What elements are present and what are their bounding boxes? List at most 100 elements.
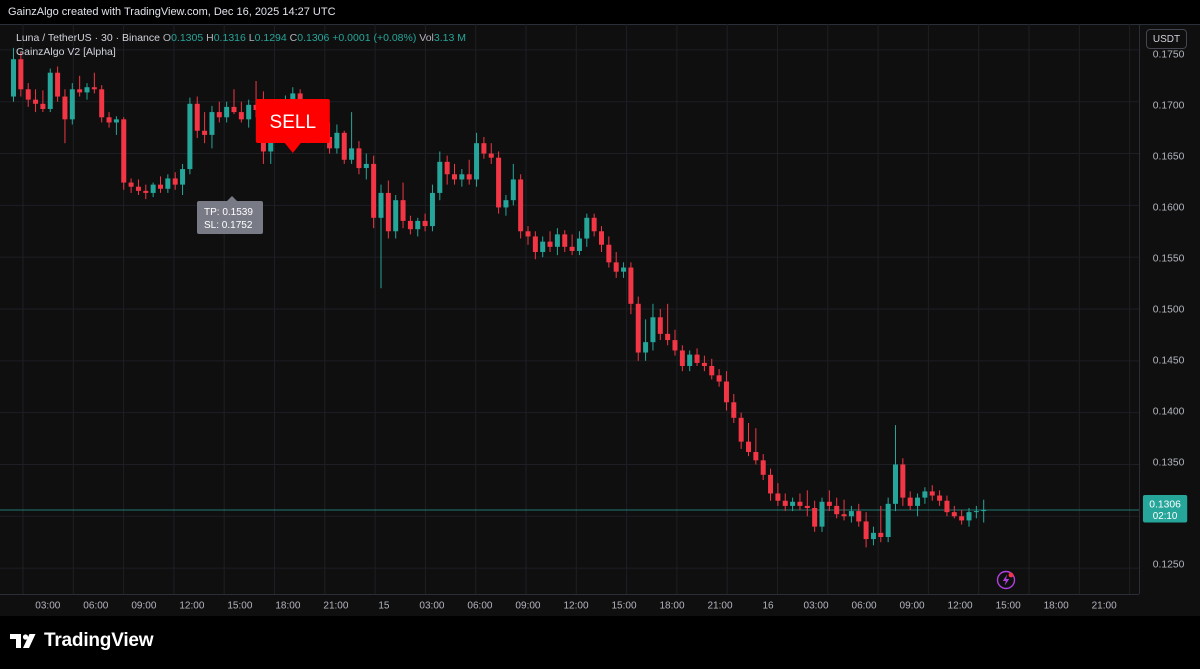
candle-body bbox=[99, 89, 105, 118]
candle-body bbox=[202, 130, 208, 135]
candle-body bbox=[356, 148, 362, 169]
indicator-legend[interactable]: GainzAlgo V2 [Alpha] bbox=[16, 46, 116, 58]
high-label: H bbox=[206, 32, 214, 44]
tradingview-brand[interactable]: TradingView bbox=[10, 630, 154, 652]
candle-body bbox=[143, 190, 149, 193]
currency-button[interactable]: USDT bbox=[1146, 29, 1187, 49]
candle-body bbox=[77, 89, 83, 93]
candle-body bbox=[775, 493, 781, 501]
candle-body bbox=[885, 503, 891, 537]
candle-body bbox=[444, 161, 450, 175]
candle-body bbox=[966, 512, 972, 521]
candle-body bbox=[687, 354, 693, 366]
tp-sl-pointer bbox=[227, 196, 237, 201]
candle-body bbox=[591, 217, 597, 232]
candle-body bbox=[466, 174, 472, 180]
candle-body bbox=[91, 87, 97, 90]
candle-countdown: 02:10 bbox=[1153, 511, 1178, 522]
time-tick-label: 21:00 bbox=[707, 600, 732, 611]
candle-body bbox=[959, 516, 965, 521]
candle-body bbox=[290, 93, 296, 100]
lightning-bolt-icon[interactable] bbox=[996, 570, 1016, 590]
candle-body bbox=[746, 441, 751, 453]
candle-body bbox=[731, 402, 737, 418]
candle-body bbox=[665, 333, 671, 341]
candle-body bbox=[716, 375, 722, 382]
high-value: 0.1316 bbox=[213, 32, 246, 44]
sell-label-pointer bbox=[284, 143, 301, 153]
price-tick-label: 0.1600 bbox=[1153, 203, 1185, 214]
candle-body bbox=[841, 514, 847, 517]
candle-body bbox=[951, 512, 957, 517]
candle-body bbox=[422, 220, 428, 227]
candle-body bbox=[385, 192, 391, 232]
candle-body bbox=[547, 241, 553, 247]
candle-body bbox=[393, 200, 399, 232]
candle-body bbox=[106, 117, 112, 123]
time-axis[interactable]: 03:00 06:00 09:00 12:00 15:00 18:00 21:00 15 03:… bbox=[0, 594, 1139, 616]
candle-body bbox=[929, 491, 935, 496]
price-tick-label: 0.1550 bbox=[1153, 253, 1185, 264]
candle-body bbox=[679, 350, 685, 366]
candle-body bbox=[922, 491, 928, 498]
candle-body bbox=[826, 501, 832, 506]
candle-body bbox=[878, 532, 884, 537]
candle-body bbox=[150, 184, 156, 193]
time-tick-label: 06:00 bbox=[83, 600, 108, 611]
time-tick-label: 18:00 bbox=[1044, 600, 1069, 611]
footer-bar bbox=[0, 616, 1200, 669]
candle-body bbox=[760, 460, 766, 475]
candle-body bbox=[723, 381, 729, 403]
take-profit-text: TP: 0.1539 bbox=[204, 207, 253, 218]
candle-body bbox=[55, 72, 61, 97]
candle-body bbox=[69, 89, 75, 120]
candle-body bbox=[378, 192, 384, 218]
sell-label-text: SELL bbox=[270, 112, 316, 133]
time-tick-label: 18:00 bbox=[659, 600, 684, 611]
candle-body bbox=[349, 148, 355, 160]
candle-body bbox=[599, 231, 604, 245]
candle-body bbox=[915, 497, 921, 506]
candle-body bbox=[363, 163, 369, 169]
time-tick-label: 15:00 bbox=[227, 600, 252, 611]
candle-body bbox=[25, 89, 31, 100]
candle-body bbox=[606, 244, 612, 263]
candle-body bbox=[496, 157, 502, 208]
open-value: 0.1305 bbox=[171, 32, 204, 44]
chart-caption: GainzAlgo created with TradingView.com, … bbox=[0, 0, 1200, 24]
candle-body bbox=[657, 317, 663, 334]
price-tick-label: 0.1450 bbox=[1153, 355, 1185, 366]
candle-body bbox=[238, 112, 244, 120]
candlestick-chart[interactable]: SELL TP: 0.1539 SL: 0.1752 bbox=[0, 24, 1139, 594]
candle-body bbox=[973, 511, 979, 513]
time-tick-label: 15:00 bbox=[611, 600, 636, 611]
candle-body bbox=[158, 184, 163, 189]
candle-body bbox=[231, 106, 237, 113]
close-value: 0.1306 bbox=[297, 32, 330, 44]
time-tick-label: 03:00 bbox=[804, 600, 829, 611]
candle-body bbox=[797, 501, 803, 506]
candle-body bbox=[246, 104, 252, 120]
candle-body bbox=[738, 417, 744, 442]
candle-body bbox=[893, 464, 898, 504]
brand-name: TradingView bbox=[44, 630, 154, 651]
symbol-legend[interactable]: Luna / TetherUS · 30 · Binance O0.1305 H… bbox=[16, 31, 466, 45]
candle-body bbox=[11, 59, 16, 97]
candle-body bbox=[937, 495, 943, 501]
candle-body bbox=[33, 99, 39, 104]
candle-body bbox=[540, 241, 546, 252]
candle-body bbox=[180, 169, 186, 185]
candle-body bbox=[863, 521, 869, 540]
candle-body bbox=[488, 153, 494, 158]
candle-body bbox=[62, 96, 68, 120]
price-tick-label: 0.1750 bbox=[1153, 50, 1185, 61]
price-axis[interactable]: 0.12500.13000.13500.14000.14500.15000.15… bbox=[1139, 24, 1200, 594]
price-tick-label: 0.1400 bbox=[1153, 406, 1185, 417]
candle-body bbox=[650, 317, 656, 343]
time-tick-label: 03:00 bbox=[419, 600, 444, 611]
time-tick-label: 06:00 bbox=[852, 600, 877, 611]
time-tick-label: 15 bbox=[378, 600, 390, 611]
price-tick-label: 0.1700 bbox=[1153, 101, 1185, 112]
price-tick-label: 0.1650 bbox=[1153, 152, 1185, 163]
candle-body bbox=[437, 161, 443, 193]
